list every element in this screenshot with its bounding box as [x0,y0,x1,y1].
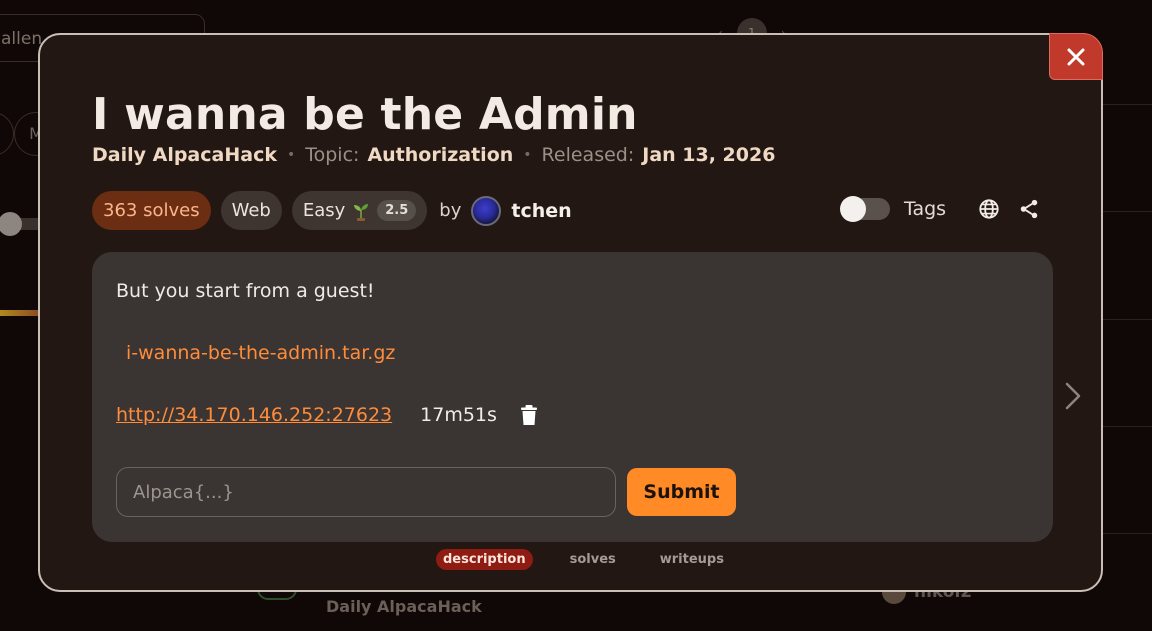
challenge-description: But you start from a guest! [116,280,375,302]
tab-solves[interactable]: solves [563,549,623,570]
meta-separator: • [286,147,296,163]
challenge-content-panel: But you start from a guest! i-wanna-be-t… [92,252,1053,542]
background-divider [1102,533,1152,534]
difficulty-score: 2.5 [377,200,417,221]
background-gradient-bar [0,310,40,316]
difficulty-label: Easy [302,200,346,221]
instance-timer: 17m51s [420,404,497,426]
submit-button[interactable]: Submit [627,468,736,516]
share-button[interactable] [1016,196,1042,222]
language-button[interactable] [976,196,1002,222]
tab-writeups[interactable]: writeups [653,549,731,570]
close-button[interactable] [1049,33,1103,80]
instance-row: http://34.170.146.252:27623 17m51s [116,404,539,426]
background-divider [1102,211,1152,212]
background-divider [1102,104,1152,105]
modal-tabs: description solves writeups [436,549,731,570]
meta-separator: • [523,147,532,163]
instance-url-link[interactable]: http://34.170.146.252:27623 [116,404,392,426]
sprout-icon [354,203,369,221]
topic-label: Topic: [305,144,360,166]
series-name: Daily AlpacaHack [92,144,277,166]
challenge-title: I wanna be the Admin [92,89,638,140]
share-icon [1020,199,1038,219]
by-label: by [439,200,462,221]
category-badge: Web [220,191,282,230]
attachment-link[interactable]: i-wanna-be-the-admin.tar.gz [126,342,395,364]
tags-toggle[interactable] [840,196,890,222]
solves-badge[interactable]: 363 solves [92,191,211,230]
tags-toggle-label: Tags [904,198,947,220]
challenge-modal: I wanna be the Admin Daily AlpacaHack • … [38,33,1103,592]
tab-description[interactable]: description [436,549,533,570]
difficulty-badge: Easy 2.5 [291,191,428,230]
released-date: Jan 13, 2026 [642,144,776,166]
next-challenge-arrow-icon[interactable] [1062,380,1084,412]
background-slider-knob [0,212,22,236]
topic-value: Authorization [367,144,514,166]
trash-icon[interactable] [519,404,539,426]
toggle-knob [840,196,866,222]
author-name[interactable]: tchen [511,200,571,222]
globe-icon [979,199,999,219]
background-divider [1102,319,1152,320]
header-controls: Tags [840,196,1042,222]
challenge-meta: Daily AlpacaHack • Topic: Authorization … [92,144,775,166]
background-divider [1102,426,1152,427]
close-icon [1067,48,1085,65]
released-label: Released: [541,144,635,166]
avatar[interactable] [471,195,502,226]
background-card-subtitle: Daily AlpacaHack [326,597,482,616]
flag-input[interactable] [116,467,616,517]
challenge-badges: 363 solves Web Easy 2.5 by tchen [92,191,572,230]
background-filter-circle [0,112,14,156]
